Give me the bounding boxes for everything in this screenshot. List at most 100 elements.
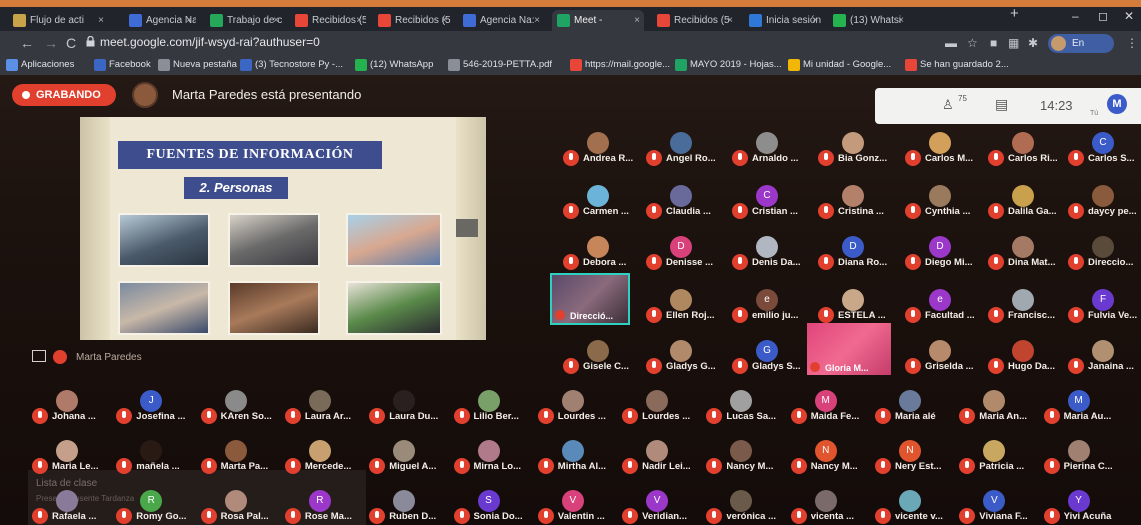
cast-icon[interactable]: ▬ [945, 36, 957, 50]
browser-tab[interactable]: Flujo de acti × [8, 10, 108, 31]
participant-tile[interactable]: Hugo Da... [988, 340, 1070, 376]
participant-tile[interactable]: R Romy Go... [116, 490, 198, 525]
bookmark-item[interactable]: (12) WhatsApp [355, 58, 433, 72]
participant-video-tile[interactable]: Gloria M... [807, 323, 891, 375]
participant-tile[interactable]: Lourdes ... [537, 390, 620, 426]
participant-tile[interactable]: G Gladys S... [732, 340, 814, 376]
participant-tile[interactable]: Ellen Roj... [646, 289, 728, 325]
participant-tile[interactable]: vicente v... [875, 490, 957, 525]
participant-tile[interactable]: Nancy M... [706, 440, 788, 476]
participant-tile[interactable]: N Nery Est... [875, 440, 957, 476]
participant-tile[interactable]: C Carlos S... [1068, 132, 1141, 168]
tab-close-icon[interactable]: × [898, 10, 904, 31]
tab-close-icon[interactable]: × [441, 10, 447, 31]
participant-tile[interactable]: Nadir Lei... [622, 440, 704, 476]
participant-tile[interactable]: D Diego Mi... [905, 236, 987, 272]
participant-tile[interactable]: Maria An... [959, 390, 1041, 426]
participant-tile[interactable]: Rosa Pal... [200, 490, 283, 525]
participant-tile[interactable]: M Maria Au... [1043, 390, 1126, 426]
extension-grid-icon[interactable]: ▦ [1008, 36, 1019, 50]
participant-tile[interactable]: ESTELA ... [818, 289, 900, 325]
participant-tile[interactable]: e Facultad ... [905, 289, 987, 325]
tab-close-icon[interactable]: × [273, 10, 279, 31]
browser-tab[interactable]: Inicia sesión × [744, 10, 822, 31]
maximize-icon[interactable]: ◻ [1098, 9, 1108, 23]
participant-tile[interactable]: V Veridian... [622, 490, 704, 525]
bookmark-item[interactable]: https://mail.google... [570, 58, 670, 72]
participant-tile[interactable]: e emilio ju... [732, 289, 814, 325]
minimize-icon[interactable]: – [1072, 9, 1079, 23]
participant-tile[interactable]: M Maida Fe... [790, 390, 873, 426]
url-field[interactable]: meet.google.com/jif-wsyd-rai?authuser=0 [100, 35, 320, 49]
participant-tile[interactable]: Miguel A... [369, 440, 451, 476]
new-tab-button[interactable]: + [1010, 6, 1019, 21]
participant-tile[interactable]: Janaina ... [1068, 340, 1141, 376]
reload-icon[interactable]: C [66, 35, 76, 51]
participant-tile[interactable]: S Sonia Do... [453, 490, 536, 525]
browser-tab[interactable]: Trabajo de c × [205, 10, 283, 31]
participant-tile[interactable]: Laura Ar... [284, 390, 367, 426]
participant-tile[interactable]: Dalila Ga... [988, 185, 1070, 221]
star-icon[interactable]: ☆ [967, 36, 978, 50]
participant-tile[interactable]: Francisc... [988, 289, 1070, 325]
participant-tile[interactable]: Ruben D... [369, 490, 451, 525]
bookmark-item[interactable]: 546-2019-PETTA.pdf [448, 58, 552, 72]
participant-tile[interactable]: Pierina C... [1043, 440, 1126, 476]
tab-close-icon[interactable]: × [534, 10, 540, 31]
participant-tile[interactable]: Griselda ... [905, 340, 987, 376]
participant-tile[interactable]: F Fulvia Ve... [1068, 289, 1141, 325]
bookmark-item[interactable]: (3) Tecnostore Py -... [240, 58, 343, 72]
chat-icon[interactable]: ▤ [995, 96, 1008, 113]
participant-tile[interactable]: Cynthia ... [905, 185, 987, 221]
participant-tile[interactable]: Maria Le... [32, 440, 114, 476]
bookmark-item[interactable]: Nueva pestaña [158, 58, 237, 72]
browser-tab[interactable]: Recibidos (5 × [290, 10, 366, 31]
extension-icon[interactable]: ■ [990, 36, 997, 50]
participant-tile[interactable]: J Josefina ... [116, 390, 198, 426]
participant-tile[interactable]: Carmen ... [563, 185, 645, 221]
tab-close-icon[interactable]: × [812, 10, 818, 31]
browser-tab[interactable]: Meet - × [552, 10, 644, 31]
participant-tile[interactable]: D Diana Ro... [818, 236, 900, 272]
participant-video-tile[interactable]: Direcció... [550, 273, 630, 325]
people-icon[interactable]: ♙ [942, 97, 954, 113]
participant-tile[interactable]: Y Yivi Acuña [1043, 490, 1126, 525]
participant-tile[interactable]: Cristina ... [818, 185, 900, 221]
participant-tile[interactable]: Mirna Lo... [453, 440, 536, 476]
self-avatar[interactable]: M [1107, 94, 1127, 114]
close-window-icon[interactable]: ✕ [1124, 9, 1134, 23]
participant-tile[interactable]: KAren So... [200, 390, 283, 426]
participant-tile[interactable]: D Denisse ... [646, 236, 728, 272]
participant-tile[interactable]: daycy pe... [1068, 185, 1141, 221]
participant-tile[interactable]: Marta Pa... [200, 440, 283, 476]
participant-tile[interactable]: Dina Mat... [988, 236, 1070, 272]
participant-tile[interactable]: Denis Da... [732, 236, 814, 272]
participant-tile[interactable]: Bia Gonz... [818, 132, 900, 168]
participant-tile[interactable]: Carlos Ri... [988, 132, 1070, 168]
puzzle-icon[interactable]: ✱ [1028, 36, 1038, 50]
participant-tile[interactable]: Debora ... [563, 236, 645, 272]
participant-tile[interactable]: Mercede... [284, 440, 367, 476]
participant-tile[interactable]: Rafaela ... [32, 490, 114, 525]
browser-tab[interactable]: (13) Whatsi × [828, 10, 908, 31]
back-icon[interactable]: ← [20, 35, 34, 51]
browser-tab[interactable]: Agencia Na: × [124, 10, 196, 31]
participant-tile[interactable]: Claudia ... [646, 185, 728, 221]
bookmark-item[interactable]: Aplicaciones [6, 58, 74, 72]
participant-tile[interactable]: Lourdes ... [622, 390, 704, 426]
tab-close-icon[interactable]: × [634, 10, 640, 31]
participant-tile[interactable]: vicenta ... [790, 490, 873, 525]
participant-tile[interactable]: Angel Ro... [646, 132, 728, 168]
browser-tab[interactable]: Recibidos (5 × [373, 10, 451, 31]
participant-tile[interactable]: verónica ... [706, 490, 788, 525]
participant-tile[interactable]: Gladys G... [646, 340, 728, 376]
tab-close-icon[interactable]: × [727, 10, 733, 31]
participant-tile[interactable]: Direccio... [1068, 236, 1141, 272]
profile-button[interactable]: En pausa [1048, 34, 1114, 68]
participant-tile[interactable]: V Valentin ... [537, 490, 620, 525]
participant-tile[interactable]: Lucas Sa... [706, 390, 788, 426]
pin-icon[interactable] [32, 350, 46, 362]
participant-tile[interactable]: V Viviana F... [959, 490, 1041, 525]
participant-tile[interactable]: Johana ... [32, 390, 114, 426]
tab-close-icon[interactable]: × [186, 10, 192, 31]
